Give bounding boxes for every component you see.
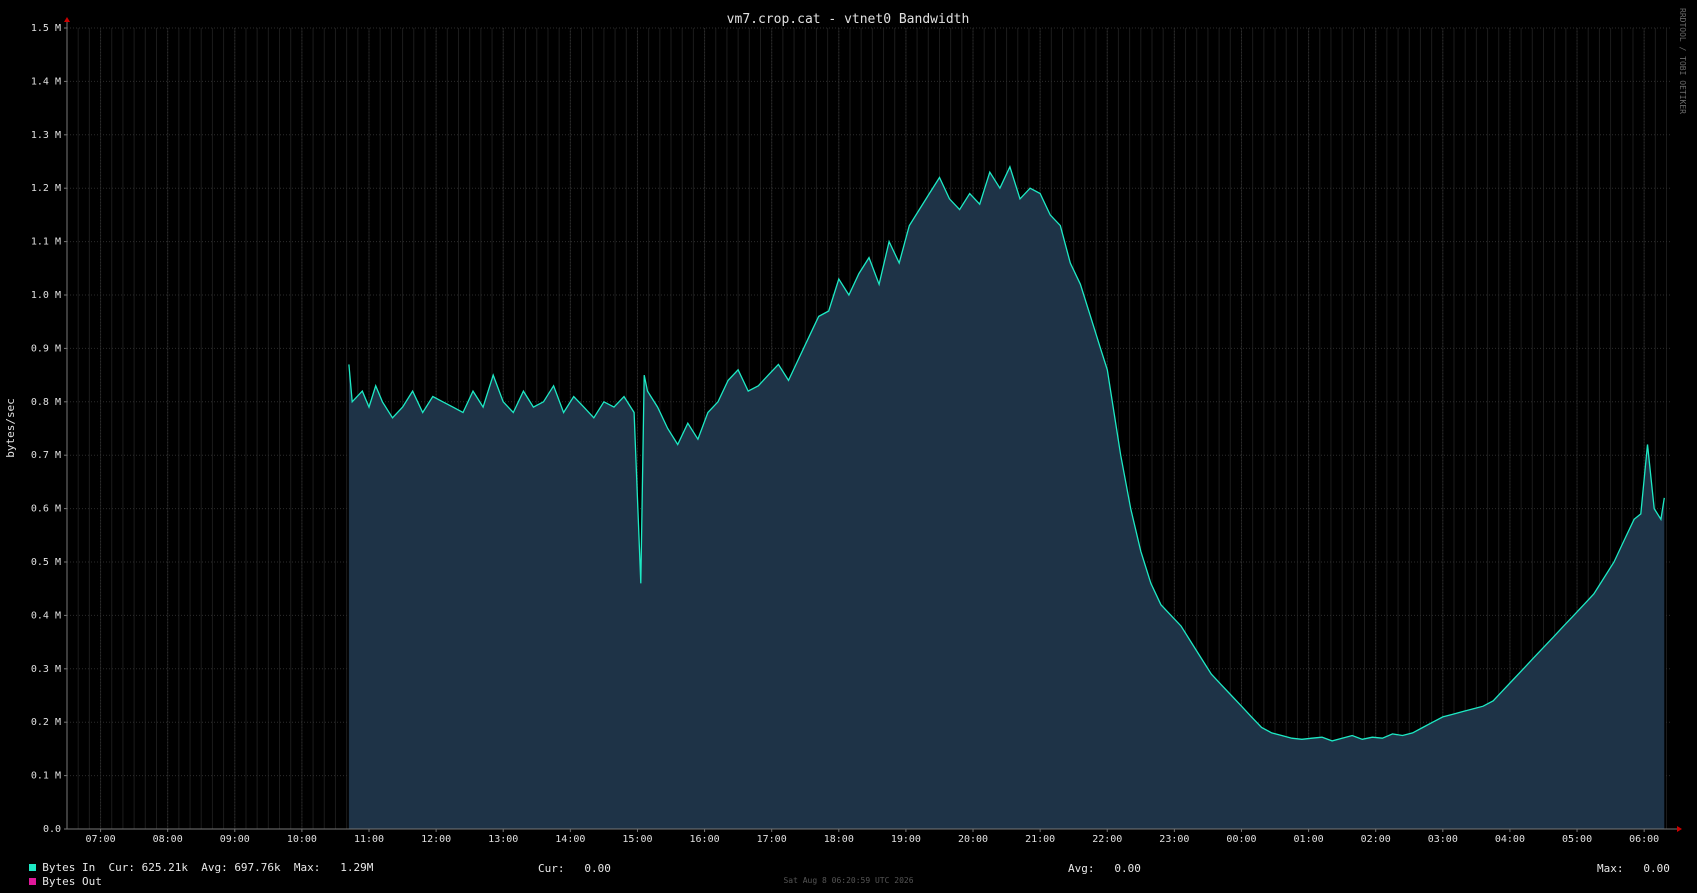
x-tick-label: 16:00 [690,834,720,845]
y-tick-label: 1.4 M [31,76,61,87]
bytes-out-max: Max: 0.00 [1597,862,1670,875]
x-tick-label: 19:00 [891,834,921,845]
bytes-in-stats: Cur: 625.21k Avg: 697.76k Max: 1.29M [108,861,374,874]
x-tick-label: 15:00 [622,834,652,845]
y-tick-label: 1.5 M [31,23,61,34]
x-tick-label: 12:00 [421,834,451,845]
x-tick-label: 20:00 [958,834,988,845]
y-tick-label: 0.9 M [31,343,61,354]
chart-title: vm7.crop.cat - vtnet0 Bandwidth [727,12,970,27]
y-tick-label: 1.1 M [31,237,61,248]
y-tick-labels: 0.0 0.1 M 0.2 M 0.3 M 0.4 M 0.5 M 0.6 M 0.7 M 0.… [31,23,67,835]
x-tick-label: 13:00 [488,834,518,845]
bytes-in-area [348,165,1665,830]
y-tick-label: 0.6 M [31,504,61,515]
bytes-out-cur: Cur: 0.00 [538,862,611,875]
timestamp: Sat Aug 8 06:20:59 UTC 2026 [783,876,914,885]
x-tick-label: 10:00 [287,834,317,845]
y-axis-label: bytes/sec [4,398,17,458]
x-tick-label: 11:00 [354,834,384,845]
x-tick-label: 09:00 [220,834,250,845]
x-tick-label: 06:00 [1629,834,1659,845]
x-tick-labels: 07:00 08:00 09:00 10:00 11:00 12:00 13:00 14:00… [86,829,1659,845]
x-tick-label: 22:00 [1092,834,1122,845]
x-tick-label: 14:00 [555,834,585,845]
y-tick-label: 1.2 M [31,183,61,194]
x-tick-label: 05:00 [1562,834,1592,845]
y-tick-label: 0.7 M [31,450,61,461]
y-tick-label: 0.8 M [31,397,61,408]
x-tick-label: 23:00 [1159,834,1189,845]
y-tick-label: 0.2 M [31,717,61,728]
bytes-in-fill [348,166,1665,830]
x-tick-label: 17:00 [757,834,787,845]
y-tick-label: 0.5 M [31,557,61,568]
y-axis-arrow [64,17,70,22]
x-tick-label: 18:00 [824,834,854,845]
x-tick-label: 07:00 [86,834,116,845]
rrdtool-watermark: RRDTOOL / TOBI OETIKER [1678,8,1687,114]
x-tick-label: 21:00 [1025,834,1055,845]
x-tick-label: 04:00 [1495,834,1525,845]
y-tick-label: 0.1 M [31,771,61,782]
y-tick-label: 1.0 M [31,290,61,301]
x-tick-label: 02:00 [1361,834,1391,845]
y-tick-label: 0.3 M [31,664,61,675]
x-tick-label: 00:00 [1226,834,1256,845]
x-tick-label: 01:00 [1294,834,1324,845]
bandwidth-chart: vm7.crop.cat - vtnet0 Bandwidth bytes/se… [4,12,1682,845]
y-tick-label: 1.3 M [31,130,61,141]
bytes-out-avg: Avg: 0.00 [1068,862,1141,875]
y-tick-label: 0.0 [43,824,61,835]
x-tick-label: 08:00 [153,834,183,845]
x-tick-label: 03:00 [1428,834,1458,845]
y-tick-label: 0.4 M [31,610,61,621]
x-axis-arrow [1677,826,1682,832]
